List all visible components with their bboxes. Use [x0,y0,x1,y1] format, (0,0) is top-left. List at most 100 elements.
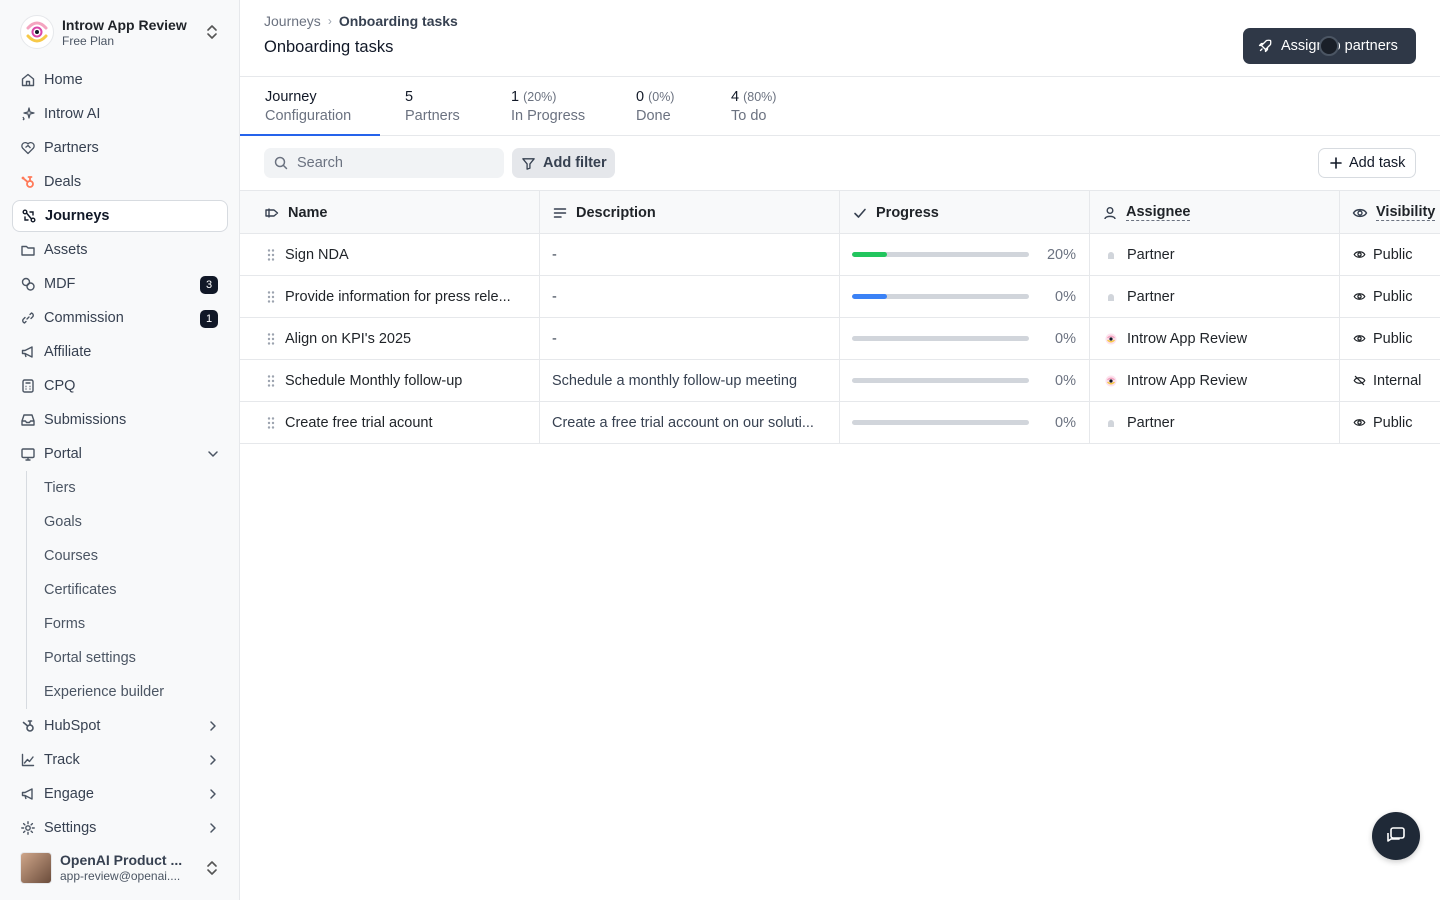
drag-handle-icon[interactable] [266,416,276,430]
tab-done[interactable]: 0 (0%) Done [636,77,716,136]
workspace-switcher[interactable]: Introw App Review Free Plan [12,10,228,54]
column-visibility-label: Visibility [1376,204,1436,221]
add-task-button[interactable]: Add task [1318,148,1416,178]
sidebar-item-portal-settings[interactable]: Portal settings [27,641,228,675]
sidebar-item-label: Journeys [45,208,110,224]
cell-description[interactable]: - [540,276,840,317]
add-task-label: Add task [1349,155,1406,171]
sidebar-item-label: Assets [44,242,88,258]
sidebar-item-engage[interactable]: Engage [12,777,228,811]
calculator-icon [20,378,36,394]
tab-configuration[interactable]: Journey Configuration [240,77,380,136]
progress-bar [852,420,1029,425]
sidebar-item-affiliate[interactable]: Affiliate [12,335,228,369]
drag-handle-icon[interactable] [266,290,276,304]
search-input[interactable] [297,155,497,171]
cell-assignee[interactable]: Introw App Review [1090,318,1340,359]
tab-in-progress[interactable]: 1 (20%) In Progress [511,77,611,136]
sidebar-item-certificates[interactable]: Certificates [27,573,228,607]
sidebar-item-hubspot[interactable]: HubSpot [12,709,228,743]
table-row[interactable]: Provide information for press rele... - 0%… [240,276,1440,318]
breadcrumb-journeys-link[interactable]: Journeys [264,13,321,29]
cell-progress: 0% [840,360,1090,401]
user-menu[interactable]: OpenAI Product ... app-review@openai.... [12,848,228,888]
sidebar: Introw App Review Free Plan Home Introw … [0,0,240,900]
cell-description[interactable]: - [540,234,840,275]
cell-name[interactable]: Sign NDA [240,234,540,275]
search-box [264,148,504,178]
task-description: Schedule a monthly follow-up meeting [552,372,798,389]
progress-value: 0% [1055,414,1076,431]
sidebar-item-home[interactable]: Home [12,63,228,97]
sidebar-item-submissions[interactable]: Submissions [12,403,228,437]
column-name[interactable]: Name [240,191,540,234]
sidebar-item-forms[interactable]: Forms [27,607,228,641]
sidebar-item-commission[interactable]: Commission 1 [12,301,228,335]
sidebar-item-tiers[interactable]: Tiers [27,471,228,505]
cell-progress: 0% [840,318,1090,359]
sidebar-item-introw-ai[interactable]: Introw AI [12,97,228,131]
cell-name[interactable]: Provide information for press rele... [240,276,540,317]
cell-description[interactable]: Create a free trial account on our solut… [540,402,840,443]
assignee-name: Partner [1127,288,1175,305]
column-description[interactable]: Description [540,191,840,234]
drag-handle-icon[interactable] [266,332,276,346]
cell-assignee[interactable]: Introw App Review [1090,360,1340,401]
sidebar-item-mdf[interactable]: MDF 3 [12,267,228,301]
drag-handle-icon[interactable] [266,248,276,262]
cell-visibility[interactable]: Internal [1340,360,1440,401]
sparkle-icon [20,106,36,122]
eye-icon [1353,416,1366,429]
tab-partners[interactable]: 5 Partners [405,77,495,136]
assign-to-partners-button[interactable]: Assign to partners [1243,28,1416,64]
cell-assignee[interactable]: Partner [1090,234,1340,275]
sidebar-item-label: Forms [44,616,86,632]
column-visibility[interactable]: Visibility [1340,191,1440,234]
sidebar-item-journeys[interactable]: Journeys [12,200,228,232]
sidebar-item-assets[interactable]: Assets [12,233,228,267]
cell-name[interactable]: Schedule Monthly follow-up [240,360,540,401]
table-header: Name Description Progress Assignee Visib… [240,190,1440,234]
cell-visibility[interactable]: Public [1340,234,1440,275]
tab-percent: (80%) [743,90,777,104]
sidebar-item-cpq[interactable]: CPQ [12,369,228,403]
sidebar-item-experience-builder[interactable]: Experience builder [27,675,228,709]
tab-to-do[interactable]: 4 (80%) To do [731,77,811,136]
sidebar-item-deals[interactable]: Deals [12,165,228,199]
assignee-name: Introw App Review [1127,372,1248,389]
progress-bar [852,336,1029,341]
table-row[interactable]: Align on KPI's 2025 - 0% Introw App Review P… [240,318,1440,360]
cell-visibility[interactable]: Public [1340,318,1440,359]
drag-handle-icon[interactable] [266,374,276,388]
cell-description[interactable]: Schedule a monthly follow-up meeting [540,360,840,401]
chat-launcher-button[interactable] [1372,812,1420,860]
cell-assignee[interactable]: Partner [1090,276,1340,317]
cell-name[interactable]: Align on KPI's 2025 [240,318,540,359]
column-progress[interactable]: Progress [840,191,1090,234]
sidebar-item-goals[interactable]: Goals [27,505,228,539]
cell-name[interactable]: Create free trial acount [240,402,540,443]
link-icon [20,310,36,326]
task-name: Provide information for press rele... [285,288,511,305]
chat-icon [1387,827,1405,842]
tab-title: Journey [265,89,317,105]
add-filter-button[interactable]: Add filter [512,148,615,178]
table-row[interactable]: Create free trial acount Create a free tr… [240,402,1440,444]
sidebar-item-settings[interactable]: Settings [12,811,228,845]
cell-assignee[interactable]: Partner [1090,402,1340,443]
workspace-name: Introw App Review [62,16,187,33]
column-assignee[interactable]: Assignee [1090,191,1340,234]
visibility-value: Public [1373,288,1413,305]
cell-visibility[interactable]: Public [1340,276,1440,317]
chevron-right-icon [210,823,216,833]
table-row[interactable]: Schedule Monthly follow-up Schedule a mon… [240,360,1440,402]
cell-visibility[interactable]: Public [1340,402,1440,443]
table-row[interactable]: Sign NDA - 20% Partner Public [240,234,1440,276]
cell-description[interactable]: - [540,318,840,359]
sidebar-item-track[interactable]: Track [12,743,228,777]
sidebar-item-portal[interactable]: Portal [12,437,228,471]
sidebar-item-partners[interactable]: Partners [12,131,228,165]
sidebar-item-label: Submissions [44,412,127,428]
sidebar-item-courses[interactable]: Courses [27,539,228,573]
avatar [20,852,52,884]
